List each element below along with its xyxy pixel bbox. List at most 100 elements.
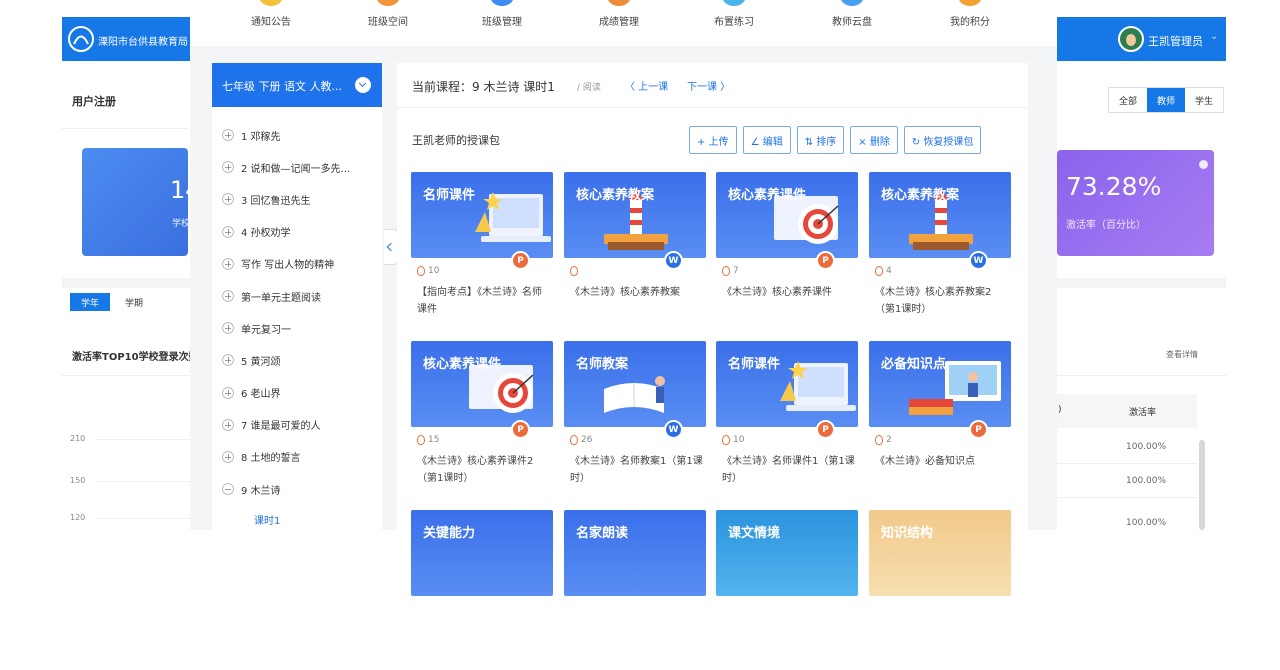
divider <box>1057 375 1226 376</box>
flame-icon <box>722 266 730 276</box>
stat-activation-value: 73.28% <box>1066 172 1162 201</box>
tree-item[interactable]: 1 邓稼先 <box>212 119 380 151</box>
role-all-button[interactable]: 全部 <box>1109 88 1147 112</box>
thumbnail-title: 关键能力 <box>423 526 476 541</box>
nav-class-manage[interactable]: 班级管理 <box>457 0 547 46</box>
nav-notice[interactable]: 通知公告 <box>226 0 316 46</box>
resource-thumbnail[interactable]: 课文情境 <box>716 510 858 596</box>
logo-icon <box>68 26 94 52</box>
view-count: 10 <box>722 435 744 445</box>
tab-school-year[interactable]: 学年 <box>70 293 110 311</box>
resource-thumbnail[interactable]: 知识结构 <box>869 510 1011 596</box>
view-detail-link[interactable]: 查看详情 <box>1166 349 1198 360</box>
role-teacher-button[interactable]: 教师 <box>1147 88 1185 112</box>
resource-thumbnail[interactable]: 核心素养课件 <box>411 341 553 427</box>
package-title: 王凯老师的授课包 <box>412 134 500 147</box>
nav-assign-practice[interactable]: 布置练习 <box>689 0 779 46</box>
resource-thumbnail[interactable]: 关键能力 <box>411 510 553 596</box>
sort-button[interactable]: ⇅ 排序 <box>796 126 845 154</box>
next-lesson-link[interactable]: 下一课 〉 <box>687 78 730 93</box>
resource-thumbnail[interactable]: 必备知识点 <box>869 341 1011 427</box>
resource-title[interactable]: 《木兰诗》必备知识点 <box>875 453 1009 470</box>
resource-card[interactable]: 核心素养课件 P 15 《木兰诗》核心素养课件2（第1课时） <box>411 341 553 501</box>
upload-button[interactable]: + 上传 <box>689 126 737 154</box>
resource-thumbnail[interactable]: 名家朗读 <box>564 510 706 596</box>
resource-card[interactable]: 必备知识点 P 2 《木兰诗》必备知识点 <box>869 341 1011 501</box>
ppt-file-icon: P <box>511 251 530 270</box>
expand-icon[interactable] <box>222 193 234 206</box>
nav-teacher-cloud[interactable]: 教师云盘 <box>807 0 897 46</box>
resource-thumbnail[interactable]: 名师课件 <box>716 341 858 427</box>
tree-item[interactable]: 3 回忆鲁迅先生 <box>212 183 380 215</box>
resource-card[interactable]: 核心素养课件 P 7 《木兰诗》核心素养课件 <box>716 172 858 332</box>
edit-button[interactable]: ∠ 编辑 <box>742 126 791 154</box>
expand-icon[interactable] <box>222 225 234 238</box>
resource-card[interactable]: 名师课件 P 10 《木兰诗》名师课件1（第1课时） <box>716 341 858 501</box>
admin-name[interactable]: 王凯管理员 <box>1148 33 1203 49</box>
delete-button[interactable]: × 删除 <box>850 126 898 154</box>
resource-title[interactable]: 【指向考点】《木兰诗》名师课件 <box>417 284 551 318</box>
expand-icon[interactable] <box>222 354 234 367</box>
tree-item[interactable]: 2 说和做—记闻一多先... <box>212 151 380 183</box>
collapse-icon[interactable] <box>222 483 234 496</box>
course-selector[interactable]: 七年级 下册 语文 人教... <box>212 63 382 107</box>
tree-item[interactable]: 单元复习一 <box>212 312 380 344</box>
view-count <box>570 266 581 276</box>
resource-card[interactable]: 名家朗读 <box>564 510 706 670</box>
prev-lesson-link[interactable]: 〈 上一课 <box>625 78 668 93</box>
tree-item-label: 6 老山界 <box>241 389 281 401</box>
tree-item[interactable]: 4 孙权劝学 <box>212 216 380 248</box>
tree-item[interactable]: 第一单元主题阅读 <box>212 280 380 312</box>
tree-item[interactable]: 5 黄河颂 <box>212 344 380 376</box>
resource-thumbnail[interactable]: 名师教案 <box>564 341 706 427</box>
resource-card[interactable]: 课文情境 <box>716 510 858 670</box>
expand-icon[interactable] <box>222 129 234 142</box>
table-cell: 100.00% <box>1126 442 1167 452</box>
tree-item[interactable]: 8 土地的誓言 <box>212 441 380 473</box>
tree-item[interactable]: 6 老山界 <box>212 377 380 409</box>
info-icon[interactable] <box>1199 160 1208 169</box>
nav-my-points[interactable]: 我的积分 <box>925 0 1015 46</box>
resource-thumbnail[interactable]: 核心素养教案 <box>869 172 1011 258</box>
resource-title[interactable]: 《木兰诗》核心素养课件2（第1课时） <box>417 453 551 487</box>
tree-sub-item-selected[interactable]: 课时1 <box>212 505 380 533</box>
tree-item-expanded[interactable]: 9 木兰诗 <box>212 473 380 505</box>
resource-title[interactable]: 《木兰诗》名师课件1（第1课时） <box>722 453 856 487</box>
chevron-down-icon[interactable] <box>355 77 371 93</box>
resource-thumbnail[interactable]: 名师课件 <box>411 172 553 258</box>
chevron-down-icon[interactable]: ⌄ <box>1210 31 1218 42</box>
resource-card[interactable]: 核心素养教案 W 《木兰诗》核心素养教案 <box>564 172 706 332</box>
resource-card[interactable]: 名师教案 W 26 《木兰诗》名师教案1（第1课时） <box>564 341 706 501</box>
tree-item-label: 单元复习一 <box>241 324 291 336</box>
resource-title[interactable]: 《木兰诗》名师教案1（第1课时） <box>570 453 704 487</box>
nav-label: 班级空间 <box>368 17 408 28</box>
resource-title[interactable]: 《木兰诗》核心素养课件 <box>722 284 856 301</box>
resource-title[interactable]: 《木兰诗》核心素养教案 <box>570 284 704 301</box>
resource-thumbnail[interactable]: 核心素养教案 <box>564 172 706 258</box>
resource-thumbnail[interactable]: 核心素养课件 <box>716 172 858 258</box>
expand-icon[interactable] <box>222 161 234 174</box>
expand-icon[interactable] <box>222 418 234 431</box>
restore-package-button[interactable]: ↻ 恢复授课包 <box>903 126 982 154</box>
expand-icon[interactable] <box>222 386 234 399</box>
tab-semester[interactable]: 学期 <box>114 293 154 311</box>
resource-card[interactable]: 关键能力 <box>411 510 553 670</box>
collapse-panel-button[interactable] <box>384 229 398 265</box>
scrollbar[interactable] <box>1199 440 1205 530</box>
nav-class-space[interactable]: 班级空间 <box>343 0 433 46</box>
current-course: 当前课程：9 木兰诗 课时1 <box>412 80 555 94</box>
tree-item[interactable]: 7 谁是最可爱的人 <box>212 409 380 441</box>
resource-card[interactable]: 核心素养教案 W 4 《木兰诗》核心素养教案2（第1课时） <box>869 172 1011 332</box>
expand-icon[interactable] <box>222 322 234 335</box>
resource-card[interactable]: 名师课件 P 10 【指向考点】《木兰诗》名师课件 <box>411 172 553 332</box>
role-student-button[interactable]: 学生 <box>1185 88 1223 112</box>
resource-title[interactable]: 《木兰诗》核心素养教案2（第1课时） <box>875 284 1009 318</box>
expand-icon[interactable] <box>222 290 234 303</box>
nav-grades[interactable]: 成绩管理 <box>574 0 664 46</box>
view-count: 4 <box>875 266 892 276</box>
resource-card[interactable]: 知识结构 <box>869 510 1011 670</box>
tree-item[interactable]: 写作 写出人物的精神 <box>212 248 380 280</box>
expand-icon[interactable] <box>222 450 234 463</box>
expand-icon[interactable] <box>222 257 234 270</box>
avatar[interactable] <box>1118 26 1144 52</box>
